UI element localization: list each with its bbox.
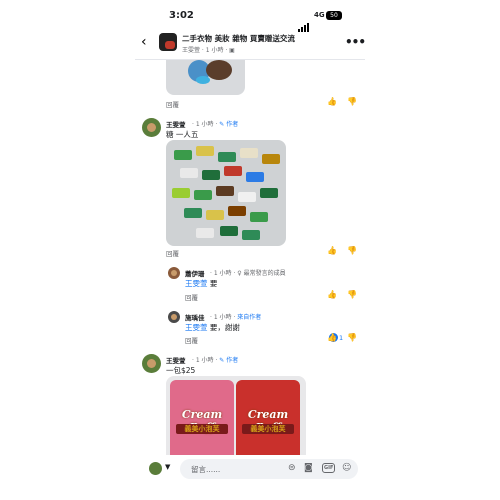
- commenter-name[interactable]: 王雯萱: [166, 119, 186, 129]
- reply-button[interactable]: 回覆: [185, 335, 198, 345]
- status-time: 3:02: [169, 10, 194, 21]
- snack-bag: Cream Puff義美小泡芙: [170, 380, 234, 456]
- like-icon[interactable]: 👍: [327, 246, 337, 255]
- comment-meta: · 1 小時 · ♀ 最常發言的成員: [210, 270, 286, 277]
- like-icon[interactable]: 👍: [327, 97, 337, 106]
- reply-button[interactable]: 回覆: [166, 248, 179, 258]
- avatar[interactable]: [142, 354, 161, 373]
- avatar[interactable]: [142, 118, 161, 137]
- dislike-icon[interactable]: 👎: [347, 333, 357, 342]
- snack-bag: Cream Puff義美小泡芙: [236, 380, 300, 456]
- post-header: ‹ 二手衣物 美妝 雜物 買賣贈送交流 王雯萱 · 1 小時 · ▣ •••: [135, 28, 365, 60]
- dislike-icon[interactable]: 👎: [347, 246, 357, 255]
- comment-text: 王雯萱 要，謝謝: [185, 323, 240, 332]
- comment-meta: · 1 小時 · 來自作者: [210, 314, 262, 321]
- camera-icon[interactable]: ◙: [304, 463, 313, 473]
- group-avatar[interactable]: [159, 33, 177, 51]
- comment-placeholder: 留言......: [191, 465, 221, 474]
- group-subtitle: 王雯萱 · 1 小時 · ▣: [182, 47, 235, 54]
- like-icon[interactable]: 👍: [327, 290, 337, 299]
- app-screen: 3:02 4G 50 ‹ 二手衣物 美妝 雜物 買賣贈送交流 王雯萱 · 1 小…: [135, 0, 365, 500]
- mention-link[interactable]: 王雯萱: [185, 279, 208, 288]
- group-title[interactable]: 二手衣物 美妝 雜物 買賣贈送交流: [182, 33, 295, 44]
- comment-text: 一包$25: [166, 366, 196, 375]
- comment-photo[interactable]: [166, 60, 245, 95]
- comment-photo[interactable]: [166, 140, 286, 246]
- status-bar: 3:02 4G 50: [135, 8, 365, 32]
- comment-input[interactable]: 留言...... ⊜ ◙ GIF ☺: [180, 459, 358, 479]
- comment-composer: ▼ 留言...... ⊜ ◙ GIF ☺: [135, 455, 365, 485]
- gif-icon[interactable]: GIF: [322, 463, 336, 473]
- dislike-icon[interactable]: 👎: [347, 97, 357, 106]
- comment-meta: · 1 小時 · ✎ 作者: [192, 357, 239, 364]
- mention-link[interactable]: 王雯萱: [185, 323, 208, 332]
- comment-text: 糖 一人五: [166, 130, 199, 139]
- comment-photo[interactable]: Cream Puff義美小泡芙 Cream Puff義美小泡芙: [166, 376, 306, 456]
- avatar[interactable]: [168, 311, 180, 323]
- avatar[interactable]: [149, 462, 162, 475]
- reply-button[interactable]: 回覆: [185, 292, 198, 302]
- network-label: 4G: [314, 11, 325, 19]
- commenter-name[interactable]: 蕭伊珊: [185, 268, 205, 278]
- chevron-down-icon[interactable]: ▼: [165, 463, 170, 471]
- emoji-icon[interactable]: ☺: [342, 463, 351, 473]
- back-icon[interactable]: ‹: [141, 34, 147, 50]
- commenter-name[interactable]: 王雯萱: [166, 355, 186, 365]
- from-author-badge: 來自作者: [237, 314, 262, 321]
- comment-text: 王雯萱 要: [185, 279, 218, 288]
- group-icon: ▣: [229, 47, 235, 54]
- sticker-icon[interactable]: ⊜: [288, 463, 296, 473]
- like-icon[interactable]: 👍: [327, 333, 337, 342]
- comment-meta: · 1 小時 · ✎ 作者: [192, 121, 239, 128]
- dislike-icon[interactable]: 👎: [347, 290, 357, 299]
- more-icon[interactable]: •••: [345, 35, 365, 49]
- commenter-name[interactable]: 施瑀佳: [185, 312, 205, 322]
- avatar[interactable]: [168, 267, 180, 279]
- battery-icon: 50: [326, 11, 342, 20]
- reply-button[interactable]: 回覆: [166, 99, 179, 109]
- like-count[interactable]: 1: [339, 334, 343, 342]
